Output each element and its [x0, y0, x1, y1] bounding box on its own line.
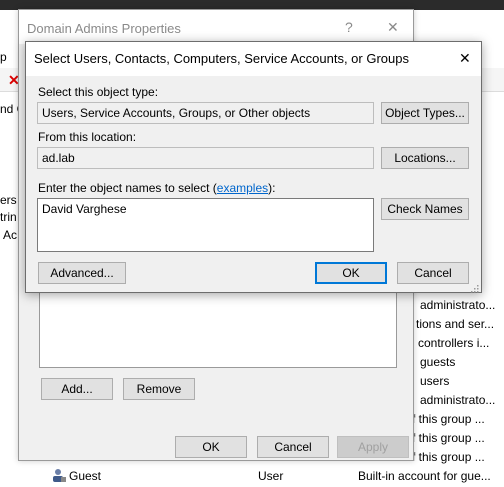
object-names-input[interactable]: David Varghese: [37, 198, 374, 252]
location-label: From this location:: [38, 130, 137, 144]
select-objects-dialog: Select Users, Contacts, Computers, Servi…: [25, 41, 482, 293]
list-item-description: f this group ...: [412, 450, 485, 464]
object-types-button[interactable]: Object Types...: [381, 102, 469, 124]
tree-item-fragment[interactable]: Ac: [3, 228, 17, 242]
examples-link[interactable]: examples: [217, 181, 268, 195]
object-type-label: Select this object type:: [38, 85, 159, 99]
list-item-description: administrato...: [420, 393, 496, 407]
select-ok-button[interactable]: OK: [315, 262, 387, 284]
properties-apply-button[interactable]: Apply: [337, 436, 409, 458]
location-field: ad.lab: [37, 147, 374, 169]
remove-member-button[interactable]: Remove: [123, 378, 195, 400]
tree-item-fragment[interactable]: ers: [0, 193, 17, 207]
properties-close-button[interactable]: ✕: [387, 19, 399, 36]
guest-name: Guest: [69, 469, 102, 483]
check-names-button[interactable]: Check Names: [381, 198, 469, 220]
select-close-button[interactable]: ✕: [459, 50, 471, 67]
tree-item-fragment[interactable]: trin: [0, 210, 17, 224]
add-member-button[interactable]: Add...: [41, 378, 113, 400]
object-names-label-prefix: Enter the object names to select (: [38, 181, 217, 195]
locations-button[interactable]: Locations...: [381, 147, 469, 169]
list-item-description: users: [420, 374, 450, 388]
list-item-description: f this group ...: [412, 431, 485, 445]
list-item-description: controllers i...: [418, 336, 490, 350]
guest-description: Built-in account for gue...: [358, 469, 491, 483]
properties-cancel-button[interactable]: Cancel: [257, 436, 329, 458]
guest-type: User: [258, 469, 284, 483]
advanced-button[interactable]: Advanced...: [38, 262, 126, 284]
list-item-description: administrato...: [420, 298, 496, 312]
list-item-description: guests: [420, 355, 456, 369]
help-button[interactable]: ?: [345, 19, 353, 35]
properties-ok-button[interactable]: OK: [175, 436, 247, 458]
object-names-label-suffix: ):: [268, 181, 276, 195]
menu-help-fragment[interactable]: p: [0, 50, 7, 64]
object-names-label: Enter the object names to select (exampl…: [38, 181, 275, 195]
properties-title: Domain Admins Properties: [27, 21, 181, 36]
list-item-description: tions and ser...: [416, 317, 495, 331]
members-list[interactable]: [39, 280, 397, 368]
table-row[interactable]: Guest User Built-in account for gue...: [40, 466, 504, 486]
select-cancel-button[interactable]: Cancel: [397, 262, 469, 284]
select-dialog-title: Select Users, Contacts, Computers, Servi…: [34, 51, 409, 66]
user-icon: [52, 468, 66, 482]
list-item-description: f this group ...: [412, 412, 485, 426]
resize-grip-icon[interactable]: [469, 282, 479, 293]
object-type-field: Users, Service Accounts, Groups, or Othe…: [37, 102, 374, 124]
